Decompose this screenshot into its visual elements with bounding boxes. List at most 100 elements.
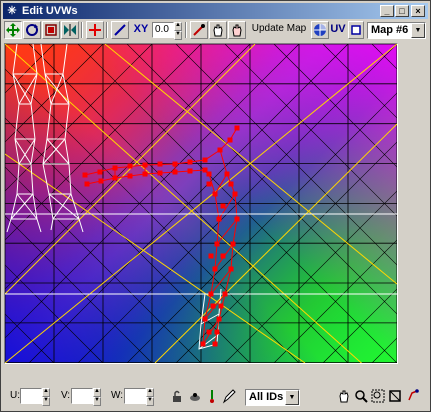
uv-vertex[interactable]: [212, 266, 218, 272]
pencil-icon: [222, 389, 236, 404]
pan-button[interactable]: [336, 388, 352, 406]
hand-tool-button[interactable]: [209, 21, 227, 39]
asterisk-icon: ✳: [7, 5, 17, 17]
rotate-tool-button[interactable]: [23, 21, 41, 39]
uv-vertex[interactable]: [208, 291, 214, 297]
mirror-tool-button[interactable]: [61, 21, 79, 39]
scale-tool-button[interactable]: [42, 21, 60, 39]
uv-vertex[interactable]: [172, 161, 178, 167]
toolbar: XY 0.0 ▲ ▼ Update Map UV Map #6 ▼: [3, 21, 428, 41]
ids-select-value: All IDs: [249, 391, 284, 403]
bottom-toolbar: U: ▲ ▼ V: ▲ ▼ W: ▲ ▼ All IDs ▼: [3, 386, 428, 408]
hand-tool-button-2[interactable]: [228, 21, 246, 39]
value-field[interactable]: 0.0: [152, 22, 174, 38]
uv-vertex[interactable]: [157, 161, 163, 167]
uv-vertex[interactable]: [217, 147, 223, 153]
uv-vertex[interactable]: [216, 216, 222, 222]
maximize-button[interactable]: □: [395, 5, 409, 17]
zoom-region-button[interactable]: [370, 388, 386, 406]
white-mesh: [6, 44, 222, 350]
uv-vertex[interactable]: [98, 178, 104, 184]
uv-vertex[interactable]: [228, 181, 234, 187]
uv-vertex[interactable]: [234, 125, 240, 131]
uv-mesh-overlay: [5, 44, 397, 350]
uv-vertex[interactable]: [212, 341, 218, 347]
pin-tool-button[interactable]: [86, 21, 104, 39]
zoom-extents-button[interactable]: [387, 388, 403, 406]
toolbar-separator: [81, 22, 83, 38]
w-spinner[interactable]: ▲ ▼: [146, 388, 154, 406]
uv-vertex[interactable]: [220, 203, 226, 209]
uv-vertex[interactable]: [206, 329, 212, 335]
axis-label[interactable]: XY: [131, 21, 151, 39]
uv-vertex[interactable]: [187, 159, 193, 165]
uv-vertex[interactable]: [172, 169, 178, 175]
w-label: W:: [111, 390, 124, 401]
uv-vertex[interactable]: [127, 163, 133, 169]
map-select[interactable]: Map #6 ▼: [367, 22, 426, 39]
uv-vertex[interactable]: [206, 171, 212, 177]
uv-button[interactable]: UV: [330, 21, 346, 39]
uv-vertex[interactable]: [157, 170, 163, 176]
u-field[interactable]: [20, 388, 42, 404]
uv-vertex[interactable]: [232, 191, 238, 197]
w-field[interactable]: [124, 388, 146, 404]
ids-select[interactable]: All IDs ▼: [245, 389, 300, 406]
title-bar[interactable]: ✳ Edit UVWs _ □ ×: [3, 3, 428, 19]
v-spinner[interactable]: ▲ ▼: [93, 388, 101, 406]
right-panel: [399, 43, 428, 364]
filter-button[interactable]: [221, 388, 237, 406]
checker-tool-button[interactable]: [311, 21, 329, 39]
uv-vertex[interactable]: [142, 162, 148, 168]
u-spinner[interactable]: ▲ ▼: [42, 388, 50, 406]
uv-vertex[interactable]: [84, 181, 90, 187]
uv-vertex[interactable]: [214, 329, 220, 335]
uv-vertex[interactable]: [210, 303, 216, 309]
uv-vertex[interactable]: [208, 253, 214, 259]
uv-vertex[interactable]: [222, 291, 228, 297]
uv-vertex[interactable]: [112, 175, 118, 181]
soft-select-button[interactable]: [187, 388, 203, 406]
v-field[interactable]: [71, 388, 93, 404]
toolbar-separator: [106, 22, 108, 38]
minimize-button[interactable]: _: [380, 5, 394, 17]
uv-vertex[interactable]: [82, 172, 88, 178]
uv-vertex[interactable]: [202, 157, 208, 163]
falloff-button[interactable]: [205, 388, 219, 406]
uv-vertex[interactable]: [97, 169, 103, 175]
uv-vertex[interactable]: [206, 181, 212, 187]
update-map-button[interactable]: Update Map: [248, 21, 310, 39]
uv-vertex[interactable]: [200, 341, 206, 347]
square-icon: [351, 25, 361, 35]
chevron-down-icon[interactable]: ▼: [411, 23, 425, 38]
chevron-down-icon[interactable]: ▼: [285, 390, 299, 405]
uv-vertex[interactable]: [216, 316, 222, 322]
uv-vertex[interactable]: [227, 137, 233, 143]
uv-vertex[interactable]: [187, 168, 193, 174]
uv-vertex[interactable]: [127, 173, 133, 179]
uv-canvas[interactable]: [4, 43, 398, 364]
uv-vertex[interactable]: [228, 266, 234, 272]
zoom-button[interactable]: [353, 388, 369, 406]
weld-tool-button[interactable]: [190, 21, 208, 39]
uv-vertex[interactable]: [234, 216, 240, 222]
status-area: [3, 366, 428, 384]
uv-vertex[interactable]: [230, 241, 236, 247]
value-spinner[interactable]: ▲ ▼: [174, 22, 182, 40]
uv-vertex[interactable]: [218, 303, 224, 309]
lock-tool-button[interactable]: [169, 388, 185, 406]
uv-vertex[interactable]: [214, 241, 220, 247]
uv-vertex[interactable]: [112, 165, 118, 171]
pen-tool-button[interactable]: [111, 21, 129, 39]
uv-vertex[interactable]: [212, 191, 218, 197]
snap-button[interactable]: [405, 388, 421, 406]
soft-select-icon: [190, 393, 200, 401]
uv-vertex[interactable]: [142, 171, 148, 177]
close-button[interactable]: ×: [411, 5, 425, 17]
vertex-tool-button[interactable]: [348, 21, 364, 39]
rotate-icon: [26, 24, 38, 36]
uv-vertex[interactable]: [224, 171, 230, 177]
uv-vertex[interactable]: [220, 253, 226, 259]
uv-vertex[interactable]: [202, 316, 208, 322]
move-tool-button[interactable]: [4, 21, 22, 39]
